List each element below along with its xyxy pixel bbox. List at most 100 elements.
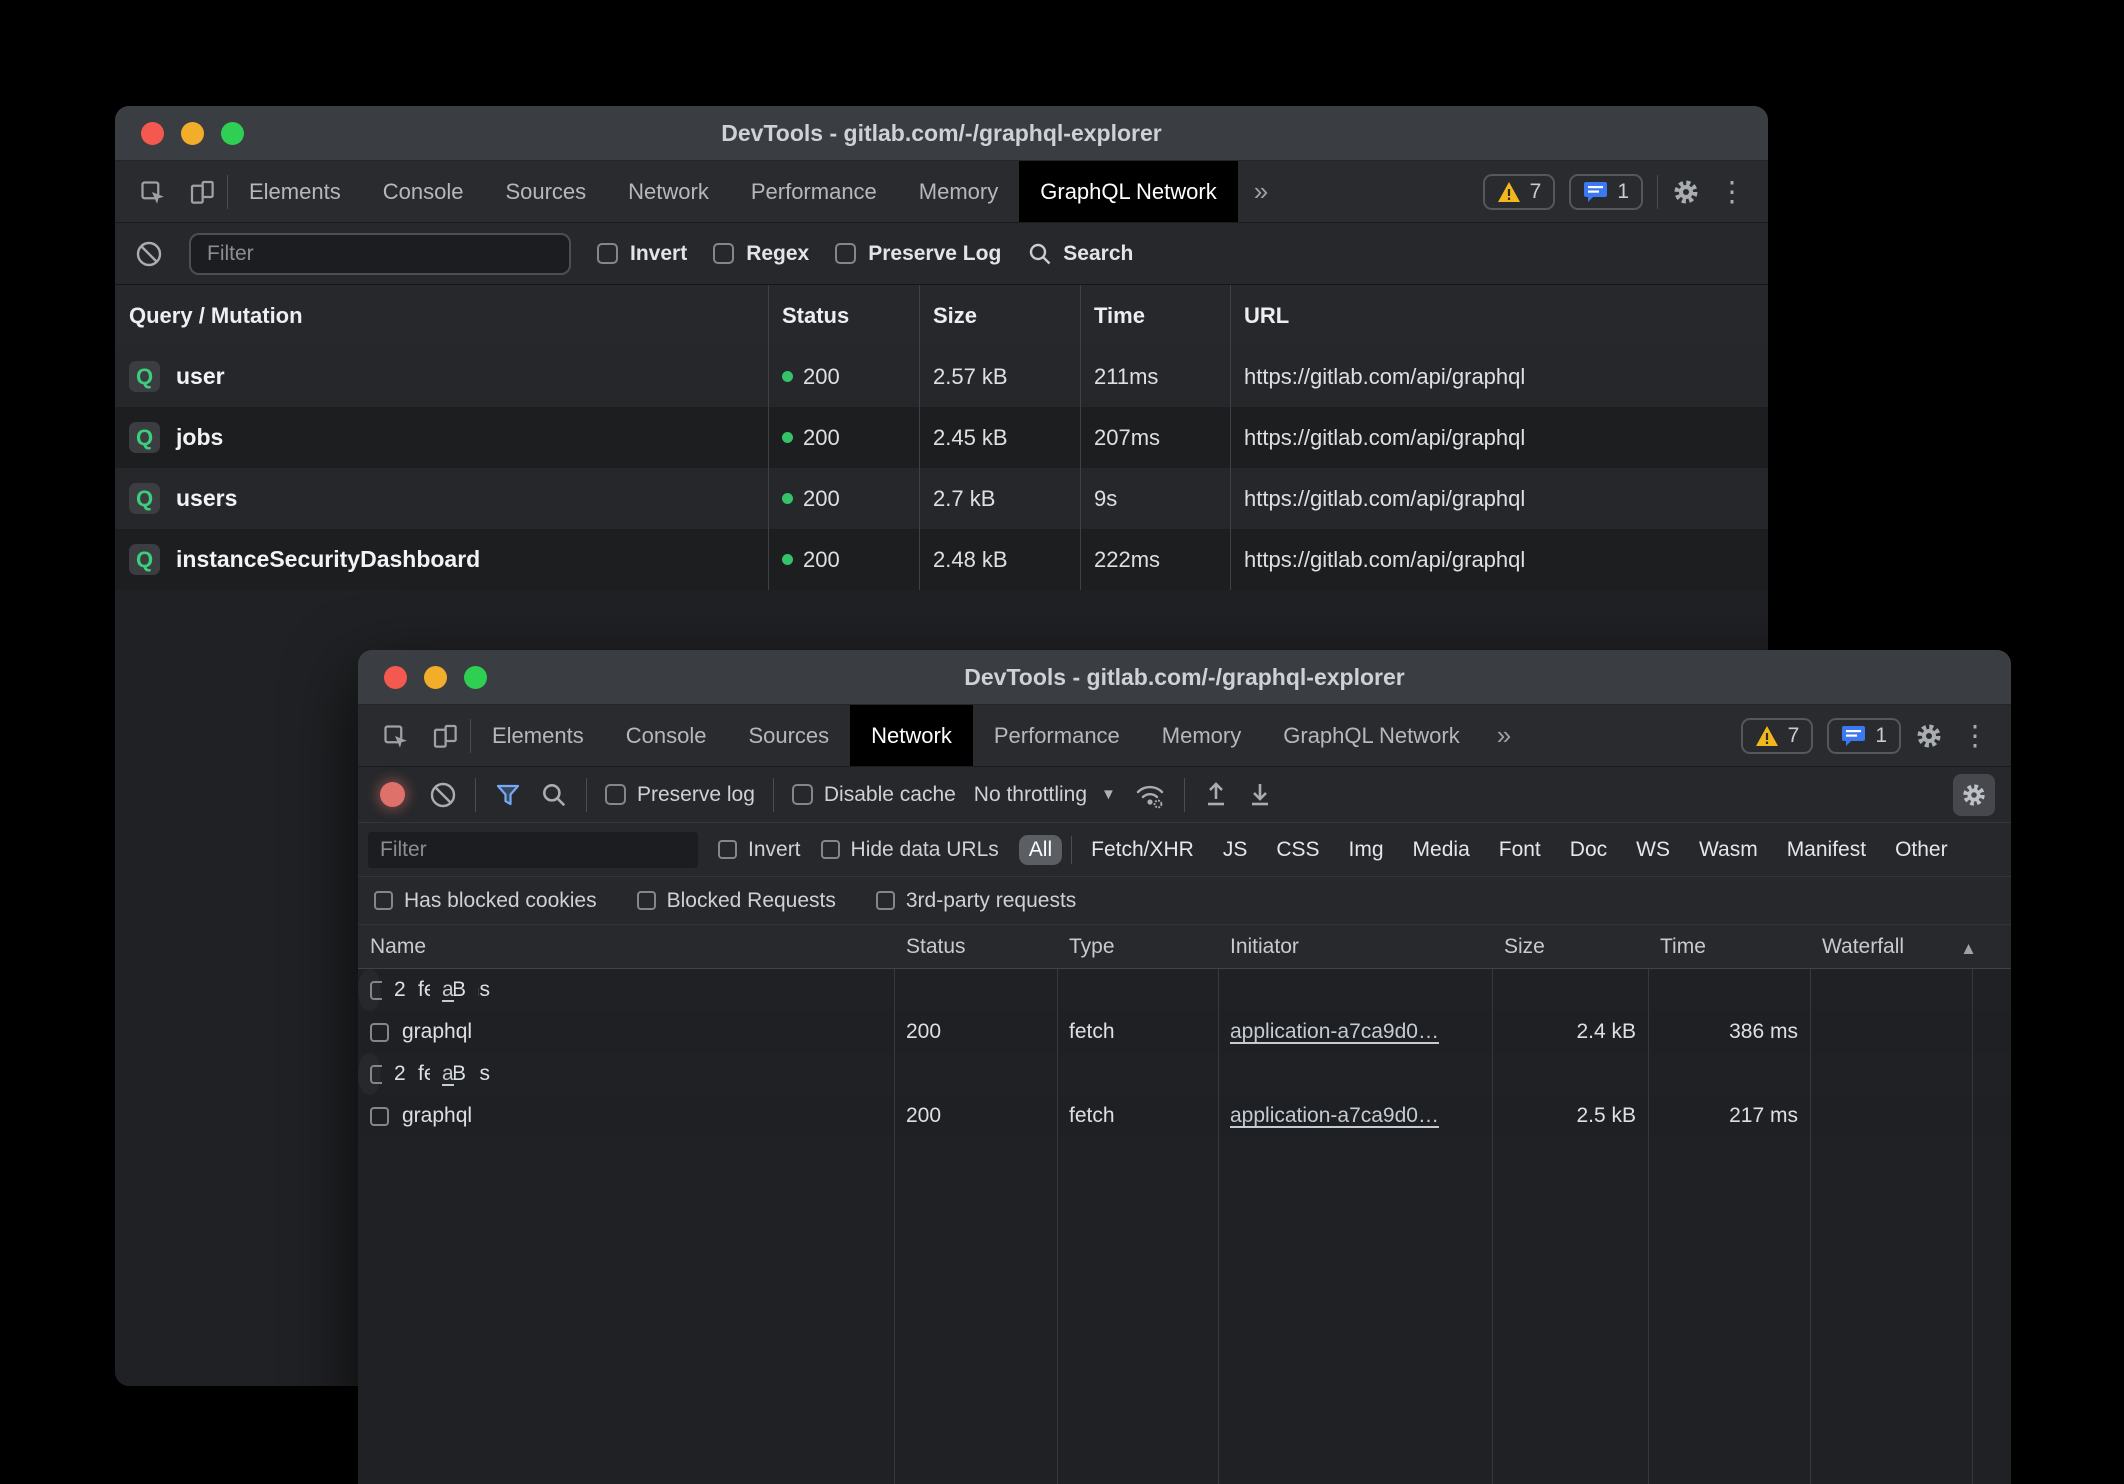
column-header-query-mutation[interactable]: Query / Mutation	[115, 303, 768, 329]
tab-elements[interactable]: Elements	[228, 161, 362, 222]
device-toolbar-icon[interactable]	[187, 177, 217, 207]
close-button[interactable]	[141, 122, 164, 145]
type-filter-all[interactable]: All	[1019, 835, 1062, 865]
column-header-status[interactable]: Status	[768, 303, 919, 329]
more-tabs-icon[interactable]: »	[1481, 705, 1527, 766]
type-filter-css[interactable]: CSS	[1266, 835, 1329, 865]
filter-funnel-icon[interactable]	[494, 781, 522, 809]
column-header-type[interactable]: Type	[1057, 935, 1218, 959]
tab-memory[interactable]: Memory	[898, 161, 1019, 222]
checkbox[interactable]	[835, 243, 856, 264]
checkbox[interactable]	[637, 891, 656, 910]
preserve-log-checkbox[interactable]: Preserve Log	[835, 242, 1001, 266]
checkbox[interactable]	[605, 784, 626, 805]
has-blocked-cookies-checkbox[interactable]: Has blocked cookies	[374, 889, 597, 913]
minimize-button[interactable]	[181, 122, 204, 145]
network-conditions-icon[interactable]	[1134, 780, 1166, 810]
table-row[interactable]: graphql 200 fetch application-a7ca9d0… 2…	[358, 1095, 2011, 1137]
network-settings-button[interactable]	[1953, 774, 1995, 816]
search-icon[interactable]	[540, 781, 568, 809]
type-filter-manifest[interactable]: Manifest	[1777, 835, 1876, 865]
type-filter-font[interactable]: Font	[1489, 835, 1551, 865]
device-toolbar-icon[interactable]	[430, 721, 460, 751]
table-row[interactable]: Q user 200 2.57 kB 211ms https://gitlab.…	[115, 346, 1768, 407]
type-filter-img[interactable]: Img	[1339, 835, 1394, 865]
regex-checkbox[interactable]: Regex	[713, 242, 809, 266]
warnings-badge[interactable]: 7	[1741, 718, 1814, 754]
throttling-dropdown[interactable]: No throttling ▼	[974, 783, 1116, 807]
tab-console[interactable]: Console	[605, 705, 728, 766]
row-checkbox[interactable]	[370, 1065, 382, 1084]
close-button[interactable]	[384, 666, 407, 689]
table-row[interactable]: Q users 200 2.7 kB 9s https://gitlab.com…	[115, 468, 1768, 529]
issues-badge[interactable]: 1	[1569, 174, 1643, 210]
export-har-icon[interactable]	[1247, 781, 1273, 809]
type-filter-fetch-xhr[interactable]: Fetch/XHR	[1081, 835, 1204, 865]
disable-cache-checkbox[interactable]: Disable cache	[792, 783, 956, 807]
checkbox[interactable]	[792, 784, 813, 805]
zoom-button[interactable]	[464, 666, 487, 689]
preserve-log-checkbox[interactable]: Preserve log	[605, 783, 755, 807]
initiator-link[interactable]: application-a7ca9d0…	[442, 978, 454, 1002]
inspect-element-icon[interactable]	[137, 177, 167, 207]
tab-performance[interactable]: Performance	[730, 161, 898, 222]
checkbox[interactable]	[876, 891, 895, 910]
type-filter-other[interactable]: Other	[1885, 835, 1958, 865]
block-icon[interactable]	[135, 240, 163, 268]
blocked-requests-checkbox[interactable]: Blocked Requests	[637, 889, 836, 913]
column-header-name[interactable]: Name	[358, 935, 894, 959]
import-har-icon[interactable]	[1203, 781, 1229, 809]
table-row[interactable]: Q jobs 200 2.45 kB 207ms https://gitlab.…	[115, 407, 1768, 468]
table-row[interactable]: graphql 200 fetch application-a7ca9d0… 2…	[358, 1011, 2011, 1053]
tab-network[interactable]: Network	[850, 705, 973, 766]
minimize-button[interactable]	[424, 666, 447, 689]
tab-memory[interactable]: Memory	[1141, 705, 1262, 766]
checkbox[interactable]	[821, 840, 840, 859]
settings-gear-icon[interactable]	[1672, 178, 1700, 206]
third-party-requests-checkbox[interactable]: 3rd-party requests	[876, 889, 1076, 913]
clear-icon[interactable]	[429, 781, 457, 809]
type-filter-media[interactable]: Media	[1403, 835, 1480, 865]
warnings-badge[interactable]: 7	[1483, 174, 1556, 210]
tab-graphql-network[interactable]: GraphQL Network	[1019, 161, 1237, 222]
settings-gear-icon[interactable]	[1915, 722, 1943, 750]
column-header-status[interactable]: Status	[894, 935, 1057, 959]
checkbox[interactable]	[597, 243, 618, 264]
network-filter-input[interactable]	[368, 832, 698, 868]
kebab-menu-icon[interactable]: ⋮	[1714, 175, 1750, 208]
type-filter-doc[interactable]: Doc	[1560, 835, 1617, 865]
invert-checkbox[interactable]: Invert	[597, 242, 687, 266]
row-checkbox[interactable]	[370, 1023, 389, 1042]
tab-performance[interactable]: Performance	[973, 705, 1141, 766]
column-header-waterfall[interactable]: Waterfall	[1810, 935, 2011, 959]
checkbox[interactable]	[713, 243, 734, 264]
initiator-link[interactable]: application-a7ca9d0…	[442, 1062, 454, 1086]
tab-network[interactable]: Network	[607, 161, 730, 222]
tab-sources[interactable]: Sources	[484, 161, 607, 222]
type-filter-ws[interactable]: WS	[1626, 835, 1680, 865]
initiator-link[interactable]: application-a7ca9d0…	[1230, 1104, 1439, 1128]
issues-badge[interactable]: 1	[1827, 718, 1901, 754]
table-row[interactable]: graphql 200 fetch application-a7ca9d0… 2…	[358, 1053, 381, 1095]
filter-input[interactable]	[189, 233, 571, 275]
checkbox[interactable]	[718, 840, 737, 859]
column-header-time[interactable]: Time	[1080, 303, 1230, 329]
column-header-size[interactable]: Size	[1492, 935, 1648, 959]
column-header-time[interactable]: Time	[1648, 935, 1810, 959]
column-header-size[interactable]: Size	[919, 303, 1080, 329]
row-checkbox[interactable]	[370, 1107, 389, 1126]
invert-checkbox[interactable]: Invert	[718, 838, 801, 862]
tab-sources[interactable]: Sources	[727, 705, 850, 766]
tab-console[interactable]: Console	[362, 161, 485, 222]
tab-elements[interactable]: Elements	[471, 705, 605, 766]
search-button[interactable]: Search	[1027, 241, 1133, 267]
initiator-link[interactable]: application-a7ca9d0…	[1230, 1020, 1439, 1044]
table-row[interactable]: graphql 200 fetch application-a7ca9d0… 2…	[358, 969, 381, 1011]
checkbox[interactable]	[374, 891, 393, 910]
table-row[interactable]: Q instanceSecurityDashboard 200 2.48 kB …	[115, 529, 1768, 590]
hide-data-urls-checkbox[interactable]: Hide data URLs	[821, 838, 999, 862]
zoom-button[interactable]	[221, 122, 244, 145]
tab-graphql-network[interactable]: GraphQL Network	[1262, 705, 1480, 766]
kebab-menu-icon[interactable]: ⋮	[1957, 719, 1993, 752]
column-header-initiator[interactable]: Initiator	[1218, 935, 1492, 959]
